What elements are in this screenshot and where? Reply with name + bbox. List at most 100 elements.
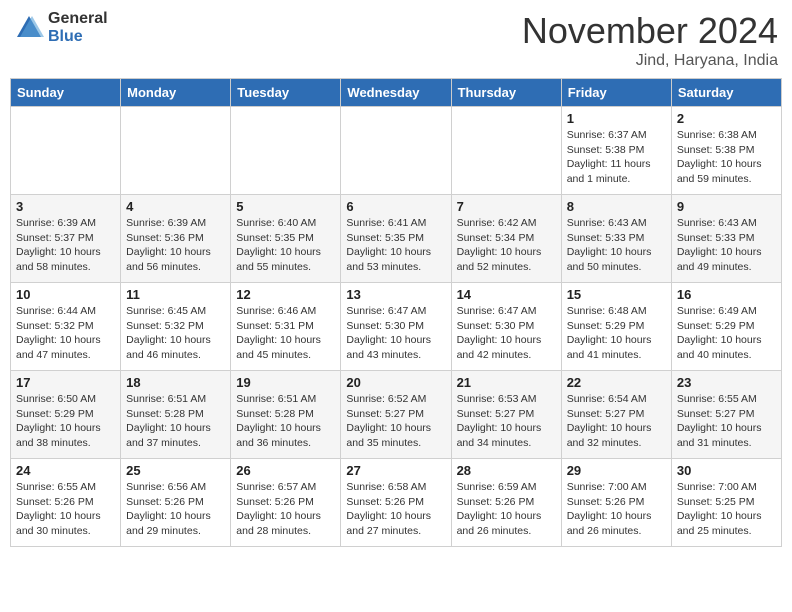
day-number: 28 [457,463,556,478]
day-info: Sunrise: 7:00 AM Sunset: 5:25 PM Dayligh… [677,480,776,539]
calendar-day-cell: 6 Sunrise: 6:41 AM Sunset: 5:35 PM Daylig… [341,195,451,283]
logo-general-text: General [48,10,108,28]
location: Jind, Haryana, India [522,52,778,70]
day-info: Sunrise: 6:48 AM Sunset: 5:29 PM Dayligh… [567,304,666,363]
calendar-day-cell: 23 Sunrise: 6:55 AM Sunset: 5:27 PM Dayli… [671,371,781,459]
calendar-day-cell: 14Sunrise: 6:47 AM Sunset: 5:30 PM Dayli… [451,283,561,371]
day-info: Sunrise: 6:52 AM Sunset: 5:27 PM Dayligh… [346,392,445,451]
day-info: Sunrise: 6:51 AM Sunset: 5:28 PM Dayligh… [126,392,225,451]
day-number: 20 [346,375,445,390]
day-number: 13 [346,287,445,302]
day-info: Sunrise: 6:53 AM Sunset: 5:27 PM Dayligh… [457,392,556,451]
calendar-day-cell: 20 Sunrise: 6:52 AM Sunset: 5:27 PM Dayli… [341,371,451,459]
weekday-header-cell: Sunday [11,79,121,107]
day-number: 8 [567,199,666,214]
day-info: Sunrise: 7:00 AM Sunset: 5:26 PM Dayligh… [567,480,666,539]
day-number: 22 [567,375,666,390]
calendar-table: SundayMondayTuesdayWednesdayThursdayFrid… [10,78,782,547]
calendar-day-cell: 7 Sunrise: 6:42 AM Sunset: 5:34 PM Daylig… [451,195,561,283]
calendar-day-cell: 9 Sunrise: 6:43 AM Sunset: 5:33 PM Daylig… [671,195,781,283]
calendar-day-cell: 2 Sunrise: 6:38 AM Sunset: 5:38 PM Daylig… [671,107,781,195]
weekday-header-cell: Thursday [451,79,561,107]
day-number: 29 [567,463,666,478]
day-info: Sunrise: 6:55 AM Sunset: 5:27 PM Dayligh… [677,392,776,451]
logo-blue-text: Blue [48,28,108,46]
calendar-body: 1 Sunrise: 6:37 AM Sunset: 5:38 PM Daylig… [11,107,782,547]
weekday-header-cell: Monday [121,79,231,107]
day-info: Sunrise: 6:55 AM Sunset: 5:26 PM Dayligh… [16,480,115,539]
day-number: 10 [16,287,115,302]
calendar-day-cell: 25 Sunrise: 6:56 AM Sunset: 5:26 PM Dayli… [121,459,231,547]
calendar-day-cell [341,107,451,195]
calendar-day-cell [451,107,561,195]
day-info: Sunrise: 6:47 AM Sunset: 5:30 PM Dayligh… [457,304,556,363]
day-number: 26 [236,463,335,478]
day-number: 5 [236,199,335,214]
calendar-week-row: 24 Sunrise: 6:55 AM Sunset: 5:26 PM Dayli… [11,459,782,547]
logo: General Blue [14,10,108,45]
calendar-day-cell [121,107,231,195]
weekday-header-cell: Tuesday [231,79,341,107]
day-info: Sunrise: 6:56 AM Sunset: 5:26 PM Dayligh… [126,480,225,539]
calendar-day-cell: 15Sunrise: 6:48 AM Sunset: 5:29 PM Dayli… [561,283,671,371]
logo-icon [14,13,44,43]
day-info: Sunrise: 6:45 AM Sunset: 5:32 PM Dayligh… [126,304,225,363]
calendar-day-cell: 27 Sunrise: 6:58 AM Sunset: 5:26 PM Dayli… [341,459,451,547]
day-info: Sunrise: 6:39 AM Sunset: 5:36 PM Dayligh… [126,216,225,275]
calendar-day-cell: 11Sunrise: 6:45 AM Sunset: 5:32 PM Dayli… [121,283,231,371]
day-number: 27 [346,463,445,478]
calendar-day-cell: 13 Sunrise: 6:47 AM Sunset: 5:30 PM Dayli… [341,283,451,371]
calendar-week-row: 3 Sunrise: 6:39 AM Sunset: 5:37 PM Daylig… [11,195,782,283]
calendar-day-cell: 10Sunrise: 6:44 AM Sunset: 5:32 PM Dayli… [11,283,121,371]
day-number: 1 [567,111,666,126]
day-number: 12 [236,287,335,302]
calendar-day-cell: 16Sunrise: 6:49 AM Sunset: 5:29 PM Dayli… [671,283,781,371]
day-info: Sunrise: 6:42 AM Sunset: 5:34 PM Dayligh… [457,216,556,275]
calendar-day-cell [231,107,341,195]
month-title: November 2024 [522,10,778,52]
calendar-day-cell: 19 Sunrise: 6:51 AM Sunset: 5:28 PM Dayli… [231,371,341,459]
day-number: 25 [126,463,225,478]
day-number: 30 [677,463,776,478]
day-number: 24 [16,463,115,478]
day-number: 9 [677,199,776,214]
day-info: Sunrise: 6:47 AM Sunset: 5:30 PM Dayligh… [346,304,445,363]
title-area: November 2024 Jind, Haryana, India [522,10,778,70]
day-info: Sunrise: 6:50 AM Sunset: 5:29 PM Dayligh… [16,392,115,451]
page-header: General Blue November 2024 Jind, Haryana… [10,10,782,70]
day-number: 4 [126,199,225,214]
calendar-day-cell: 24 Sunrise: 6:55 AM Sunset: 5:26 PM Dayli… [11,459,121,547]
calendar-week-row: 10Sunrise: 6:44 AM Sunset: 5:32 PM Dayli… [11,283,782,371]
calendar-day-cell: 18 Sunrise: 6:51 AM Sunset: 5:28 PM Dayli… [121,371,231,459]
day-number: 19 [236,375,335,390]
day-info: Sunrise: 6:39 AM Sunset: 5:37 PM Dayligh… [16,216,115,275]
day-info: Sunrise: 6:37 AM Sunset: 5:38 PM Dayligh… [567,128,666,187]
day-info: Sunrise: 6:58 AM Sunset: 5:26 PM Dayligh… [346,480,445,539]
day-number: 23 [677,375,776,390]
day-info: Sunrise: 6:41 AM Sunset: 5:35 PM Dayligh… [346,216,445,275]
day-number: 2 [677,111,776,126]
calendar-day-cell: 29 Sunrise: 7:00 AM Sunset: 5:26 PM Dayli… [561,459,671,547]
weekday-header-cell: Saturday [671,79,781,107]
calendar-day-cell: 3 Sunrise: 6:39 AM Sunset: 5:37 PM Daylig… [11,195,121,283]
day-number: 6 [346,199,445,214]
calendar-day-cell [11,107,121,195]
calendar-week-row: 17Sunrise: 6:50 AM Sunset: 5:29 PM Dayli… [11,371,782,459]
day-number: 3 [16,199,115,214]
calendar-day-cell: 5 Sunrise: 6:40 AM Sunset: 5:35 PM Daylig… [231,195,341,283]
day-info: Sunrise: 6:57 AM Sunset: 5:26 PM Dayligh… [236,480,335,539]
calendar-week-row: 1 Sunrise: 6:37 AM Sunset: 5:38 PM Daylig… [11,107,782,195]
day-info: Sunrise: 6:38 AM Sunset: 5:38 PM Dayligh… [677,128,776,187]
day-info: Sunrise: 6:59 AM Sunset: 5:26 PM Dayligh… [457,480,556,539]
calendar-day-cell: 26 Sunrise: 6:57 AM Sunset: 5:26 PM Dayli… [231,459,341,547]
day-info: Sunrise: 6:51 AM Sunset: 5:28 PM Dayligh… [236,392,335,451]
day-info: Sunrise: 6:40 AM Sunset: 5:35 PM Dayligh… [236,216,335,275]
day-info: Sunrise: 6:43 AM Sunset: 5:33 PM Dayligh… [677,216,776,275]
day-number: 18 [126,375,225,390]
day-number: 7 [457,199,556,214]
calendar-day-cell: 22 Sunrise: 6:54 AM Sunset: 5:27 PM Dayli… [561,371,671,459]
day-info: Sunrise: 6:46 AM Sunset: 5:31 PM Dayligh… [236,304,335,363]
calendar-day-cell: 12 Sunrise: 6:46 AM Sunset: 5:31 PM Dayli… [231,283,341,371]
day-info: Sunrise: 6:54 AM Sunset: 5:27 PM Dayligh… [567,392,666,451]
weekday-header-row: SundayMondayTuesdayWednesdayThursdayFrid… [11,79,782,107]
